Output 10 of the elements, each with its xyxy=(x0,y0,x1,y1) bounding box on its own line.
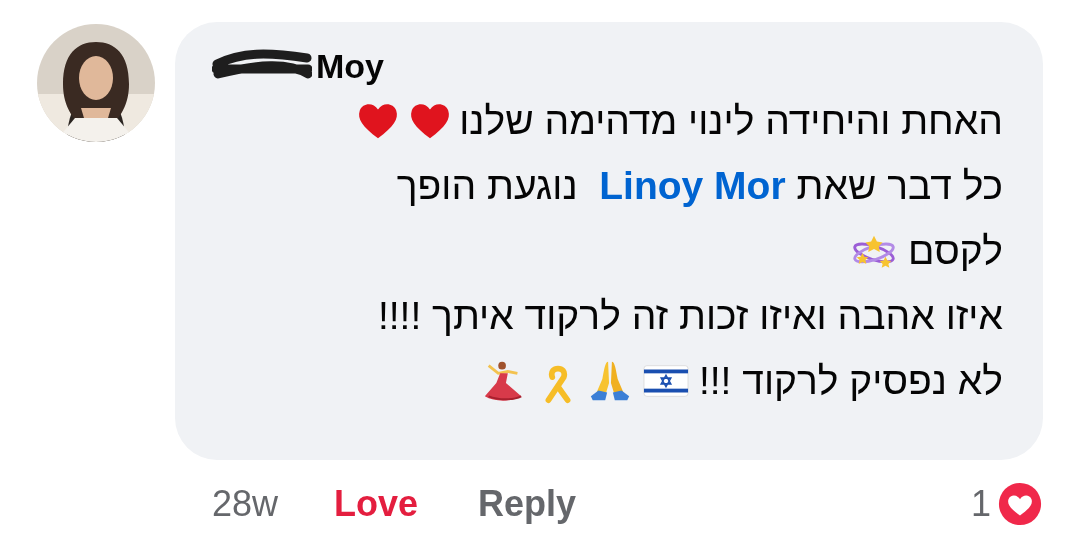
mention-link[interactable]: Linoy Mor xyxy=(599,163,786,207)
reaction-count: 1 xyxy=(970,483,991,525)
comment-text: לא נפסיק לרקוד !!! xyxy=(698,358,1003,403)
comment-text: האחת והיחידה לינוי מדהימה שלנו xyxy=(459,98,1003,143)
comment-text: לקסם xyxy=(908,228,1003,273)
reply-link[interactable]: Reply xyxy=(478,483,577,525)
love-link[interactable]: Love xyxy=(334,483,419,525)
timestamp: 28w xyxy=(212,483,279,525)
author-name[interactable]: Moy xyxy=(316,46,384,86)
comment-text: איזו אהבה ואיזו זכות זה לרקוד איתך !!!! xyxy=(377,293,1003,338)
